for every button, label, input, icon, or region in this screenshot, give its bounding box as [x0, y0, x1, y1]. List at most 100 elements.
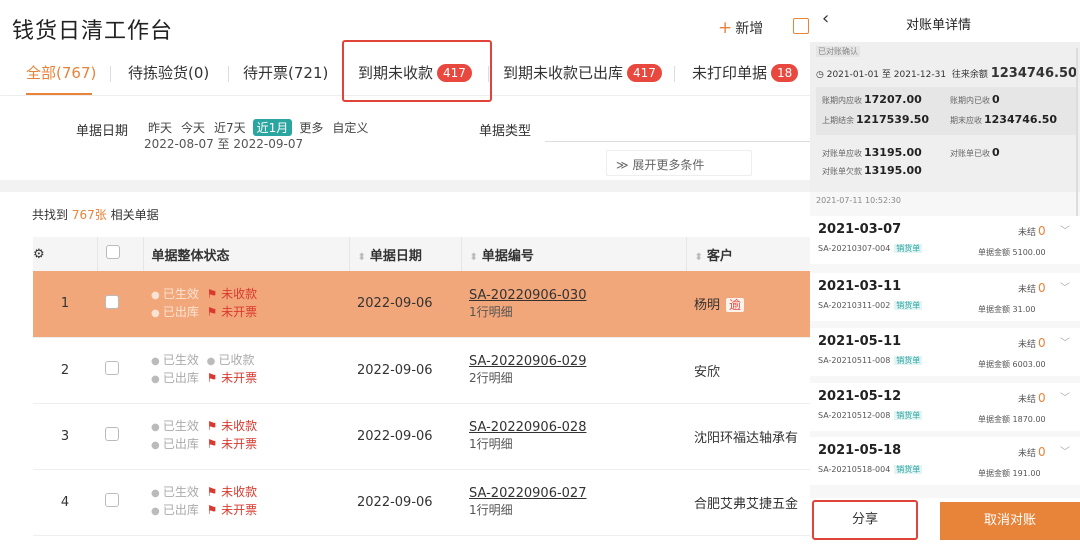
add-button[interactable]: + 新增 — [718, 18, 763, 38]
active-tab-indicator — [26, 93, 92, 95]
date-range: 2022-08-07 至 2022-09-07 — [144, 137, 304, 151]
kv-value: 1234746.50 — [984, 113, 1058, 126]
item-date: 2021-03-07 — [818, 222, 902, 237]
list-item[interactable]: 2021-03-07 SA-20210307-004 销货单 未结 0 ﹀ 单据金额… — [810, 216, 1080, 264]
kv-value: 1217539.50 — [856, 113, 930, 126]
item-date: 2021-05-11 — [818, 334, 902, 349]
date-option-custom[interactable]: 自定义 — [330, 119, 370, 136]
status-payment: 未收款 — [207, 485, 258, 499]
back-arrow-icon[interactable]: ‹ — [822, 8, 829, 29]
item-count: 0 — [1038, 224, 1046, 238]
scrollbar[interactable] — [1076, 48, 1078, 228]
column-settings[interactable]: ⚙ — [33, 237, 98, 271]
row-docno: SA-20220906-029 2行明细 — [461, 337, 686, 404]
list-item[interactable]: 2021-05-11 SA-20210511-008 销货单 未结 0 ﹀ 单据金额… — [810, 328, 1080, 376]
select-all-checkbox[interactable] — [105, 245, 120, 259]
docno-link[interactable]: SA-20220906-028 — [469, 420, 586, 435]
row-checkbox[interactable] — [105, 427, 119, 441]
section-divider — [0, 180, 810, 192]
table-row[interactable]: 4 已生效 未收款已出库 未开票 2022-09-06 SA-20220906-… — [33, 469, 810, 536]
table-row[interactable]: 2 已生效 已收款已出库 未开票 2022-09-06 SA-20220906-… — [33, 337, 810, 404]
row-select[interactable] — [97, 469, 143, 536]
item-amount: 单据金额 31.00 — [978, 305, 1036, 314]
page-title: 钱货日清工作台 — [12, 19, 174, 44]
list-item[interactable]: 2021-05-18 SA-20210518-004 销货单 未结 0 ﹀ 单据金额… — [810, 437, 1080, 485]
item-docno: SA-20210512-008 销货单 — [818, 410, 923, 421]
item-docno: SA-20210307-004 销货单 — [818, 243, 923, 254]
customer-name: 安欣 — [694, 364, 721, 380]
customer-name: 合肥艾弗艾捷五金 — [694, 496, 799, 512]
sort-icon: ⬍ — [357, 251, 366, 263]
select-all-cell[interactable] — [97, 237, 144, 271]
item-tag: 销货单 — [894, 465, 923, 474]
row-index: 1 — [33, 271, 97, 338]
date-option-yesterday[interactable]: 昨天 — [146, 119, 174, 136]
period-received: 账期内已收 0 — [950, 93, 1000, 106]
status-payment: 未收款 — [207, 419, 258, 433]
overdue-tag: 逾 — [726, 298, 745, 313]
chevron-down-icon[interactable]: ﹀ — [1060, 279, 1070, 294]
share-button[interactable]: 分享 — [812, 500, 918, 540]
row-index: 3 — [33, 403, 97, 470]
item-no: SA-20210512-008 — [818, 411, 891, 420]
cancel-reconcile-button[interactable]: 取消对账 — [940, 502, 1080, 540]
col-docno-label: 单据编号 — [481, 248, 534, 264]
row-status: 已生效 未收款已出库 未开票 — [143, 469, 349, 536]
statement-summary-card: 已对账确认 ◷ 2021-01-01 至 2021-12-31 往来余额 123… — [810, 42, 1080, 228]
item-tag: 销货单 — [894, 356, 923, 365]
chevron-down-icon[interactable]: ﹀ — [1060, 389, 1070, 404]
customer-name: 杨明 — [694, 298, 721, 314]
item-no: SA-20210518-004 — [818, 465, 891, 474]
row-select[interactable] — [97, 271, 143, 338]
count-badge: 18 — [771, 63, 799, 82]
kv-label: 账期内已收 — [950, 96, 990, 105]
table-row[interactable]: 1 已生效 未收款已出库 未开票 2022-09-06 SA-20220906-… — [33, 271, 810, 338]
row-lines: 1行明细 — [469, 304, 513, 319]
tab-label: 待拣验货(0) — [128, 64, 210, 82]
chevron-down-icon[interactable]: ﹀ — [1060, 222, 1070, 237]
sort-icon: ⬍ — [469, 251, 478, 263]
row-status: 已生效 已收款已出库 未开票 — [143, 337, 349, 404]
tab-pending-pick[interactable]: 待拣验货(0) — [128, 62, 209, 83]
status-invoice: 未开票 — [207, 503, 258, 517]
date-option-1month[interactable]: 近1月 — [252, 119, 293, 136]
col-date[interactable]: ⬍ 单据日期 — [349, 237, 462, 271]
docno-link[interactable]: SA-20220906-027 — [469, 486, 586, 501]
col-docno[interactable]: ⬍ 单据编号 — [461, 237, 687, 271]
doc-type-select[interactable] — [545, 141, 810, 142]
expand-label: 展开更多条件 — [632, 158, 705, 172]
docno-link[interactable]: SA-20220906-030 — [469, 288, 586, 303]
row-lines: 1行明细 — [469, 437, 513, 451]
row-checkbox[interactable] — [105, 361, 119, 375]
col-customer[interactable]: ⬍ 客户 — [686, 237, 810, 271]
date-option-today[interactable]: 今天 — [179, 119, 207, 136]
tab-pending-invoice[interactable]: 待开票(721) — [243, 62, 328, 83]
kv-value: 13195.00 — [864, 146, 922, 159]
tab-all[interactable]: 全部(767) — [26, 62, 96, 83]
tab-label: 全部(767) — [26, 64, 97, 82]
customer-name: 沈阳环福达轴承有 — [694, 430, 799, 446]
tab-unprinted[interactable]: 未打印单据 18 — [692, 62, 799, 83]
row-customer: 沈阳环福达轴承有 — [686, 403, 810, 470]
list-item[interactable]: 2021-05-12 SA-20210512-008 销货单 未结 0 ﹀ 单据金额… — [810, 383, 1080, 431]
list-item[interactable]: 2021-03-11 SA-20210311-002 销货单 未结 0 ﹀ 单据金额… — [810, 273, 1080, 321]
print-icon[interactable] — [793, 18, 809, 34]
date-option-more[interactable]: 更多 — [297, 119, 325, 136]
item-docno: SA-20210311-002 销货单 — [818, 300, 923, 311]
chevron-down-icon[interactable]: ﹀ — [1060, 443, 1070, 458]
row-select[interactable] — [97, 337, 143, 404]
item-no: SA-20210307-004 — [818, 244, 891, 253]
chevron-down-icon[interactable]: ﹀ — [1060, 334, 1070, 349]
row-checkbox[interactable] — [105, 294, 119, 309]
row-checkbox[interactable] — [105, 493, 119, 507]
period-receivable: 账期内应收 17207.00 — [822, 93, 922, 106]
row-select[interactable] — [97, 403, 143, 470]
kv-label: 账期内应收 — [822, 96, 862, 105]
table-row[interactable]: 3 已生效 未收款已出库 未开票 2022-09-06 SA-20220906-… — [33, 403, 810, 470]
docno-link[interactable]: SA-20220906-029 — [469, 354, 586, 369]
kv-label: 期末应收 — [950, 116, 982, 125]
item-amount: 单据金额 191.00 — [978, 469, 1041, 478]
item-count: 0 — [1038, 281, 1046, 295]
date-option-7days[interactable]: 近7天 — [212, 119, 248, 136]
tab-overdue-unpaid-shipped[interactable]: 到期未收款已出库 417 — [503, 62, 662, 83]
